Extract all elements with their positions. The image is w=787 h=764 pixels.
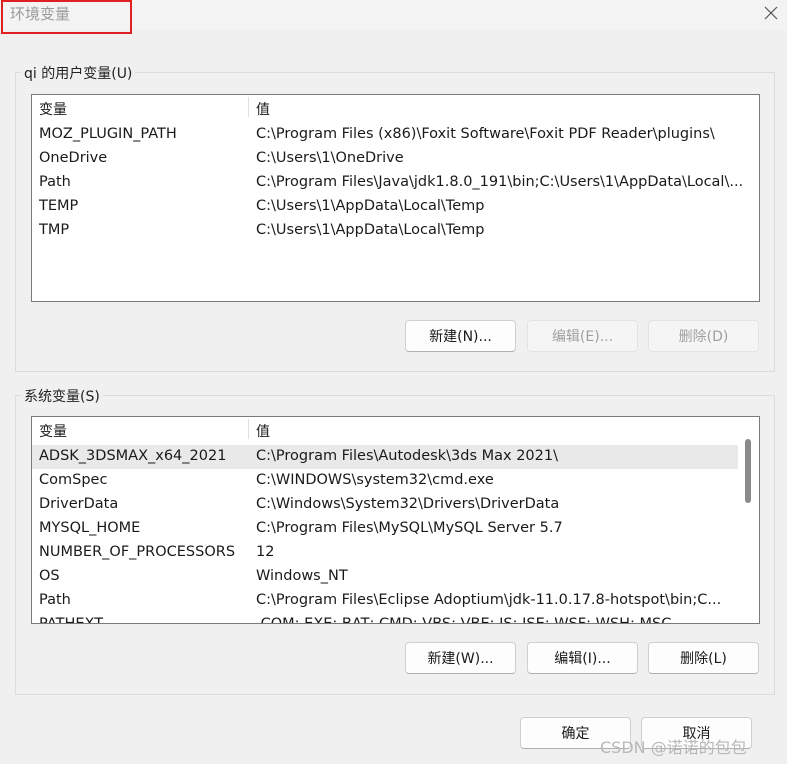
table-row[interactable]: TEMP C:\Users\1\AppData\Local\Temp (32, 195, 759, 219)
user-vars-list[interactable]: 变量 值 MOZ_PLUGIN_PATH C:\Program Files (x8… (31, 94, 760, 302)
var-name: TMP (39, 222, 70, 238)
column-header-value[interactable]: 值 (256, 421, 270, 441)
system-vars-label: 系统变量(S) (21, 386, 103, 406)
var-value: .COM;.EXE;.BAT;.CMD;.VBS;.VBE;.JS;.JSE;.… (256, 616, 672, 624)
user-new-button[interactable]: 新建(N)... (405, 320, 516, 352)
table-row[interactable]: OS Windows_NT (32, 565, 759, 589)
var-value: C:\Users\1\AppData\Local\Temp (256, 222, 485, 238)
table-row[interactable]: MYSQL_HOME C:\Program Files\MySQL\MySQL S… (32, 517, 759, 541)
var-name: OS (39, 568, 60, 584)
close-icon (764, 6, 778, 20)
var-name: ComSpec (39, 472, 108, 488)
var-name: Path (39, 174, 71, 190)
table-row[interactable]: TMP C:\Users\1\AppData\Local\Temp (32, 219, 759, 243)
table-row[interactable]: Path C:\Program Files\Java\jdk1.8.0_191\b… (32, 171, 759, 195)
user-vars-rows: MOZ_PLUGIN_PATH C:\Program Files (x86)\Fo… (32, 123, 759, 243)
user-edit-button[interactable]: 编辑(E)... (527, 320, 638, 352)
column-header-name[interactable]: 变量 (39, 99, 67, 119)
column-separator[interactable] (248, 97, 249, 117)
var-value: C:\WINDOWS\system32\cmd.exe (256, 472, 494, 488)
close-button[interactable] (758, 0, 784, 26)
system-vars-list[interactable]: 变量 值 ADSK_3DSMAX_x64_2021 C:\Program File… (31, 416, 760, 624)
var-value: C:\Windows\System32\Drivers\DriverData (256, 496, 560, 512)
var-name: DriverData (39, 496, 119, 512)
var-name: NUMBER_OF_PROCESSORS (39, 544, 236, 560)
title-highlight-box (1, 0, 132, 34)
user-delete-button[interactable]: 删除(D) (648, 320, 759, 352)
system-new-button[interactable]: 新建(W)... (405, 642, 516, 674)
var-value: C:\Users\1\OneDrive (256, 150, 404, 166)
var-value: C:\Program Files\MySQL\MySQL Server 5.7 (256, 520, 563, 536)
var-value: C:\Users\1\AppData\Local\Temp (256, 198, 485, 214)
var-value: C:\Program Files\Java\jdk1.8.0_191\bin;C… (256, 174, 744, 190)
var-name: PATHEXT (39, 616, 104, 624)
watermark: CSDN @诺诺的包包 (600, 738, 747, 757)
var-value: C:\Program Files\Eclipse Adoptium\jdk-11… (256, 592, 722, 608)
var-name: OneDrive (39, 150, 108, 166)
var-value: 12 (256, 544, 275, 560)
table-row[interactable]: MOZ_PLUGIN_PATH C:\Program Files (x86)\Fo… (32, 123, 759, 147)
system-vars-rows: ADSK_3DSMAX_x64_2021 C:\Program Files\Aut… (32, 445, 759, 624)
table-row[interactable]: NUMBER_OF_PROCESSORS 12 (32, 541, 759, 565)
table-row[interactable]: OneDrive C:\Users\1\OneDrive (32, 147, 759, 171)
system-vars-header: 变量 值 (32, 417, 759, 441)
vertical-scrollbar[interactable] (745, 439, 751, 503)
table-row[interactable]: ADSK_3DSMAX_x64_2021 C:\Program Files\Aut… (32, 445, 738, 469)
var-value: Windows_NT (256, 568, 348, 584)
column-separator[interactable] (248, 419, 249, 439)
column-header-name[interactable]: 变量 (39, 421, 67, 441)
var-value: C:\Program Files (x86)\Foxit Software\Fo… (256, 126, 715, 142)
user-vars-header: 变量 值 (32, 95, 759, 119)
column-header-value[interactable]: 值 (256, 99, 270, 119)
system-edit-button[interactable]: 编辑(I)... (527, 642, 638, 674)
var-value: C:\Program Files\Autodesk\3ds Max 2021\ (256, 448, 558, 464)
table-row[interactable]: Path C:\Program Files\Eclipse Adoptium\jd… (32, 589, 759, 613)
title-bar: 环境变量 (0, 0, 787, 34)
var-name: TEMP (39, 198, 79, 214)
table-row[interactable]: PATHEXT .COM;.EXE;.BAT;.CMD;.VBS;.VBE;.JS… (32, 613, 759, 624)
var-name: Path (39, 592, 71, 608)
table-row[interactable]: ComSpec C:\WINDOWS\system32\cmd.exe (32, 469, 759, 493)
table-row[interactable]: DriverData C:\Windows\System32\Drivers\Dr… (32, 493, 759, 517)
user-vars-label: qi 的用户变量(U) (21, 63, 136, 83)
var-name: ADSK_3DSMAX_x64_2021 (39, 448, 227, 464)
var-name: MOZ_PLUGIN_PATH (39, 126, 177, 142)
var-name: MYSQL_HOME (39, 520, 141, 536)
system-delete-button[interactable]: 删除(L) (648, 642, 759, 674)
